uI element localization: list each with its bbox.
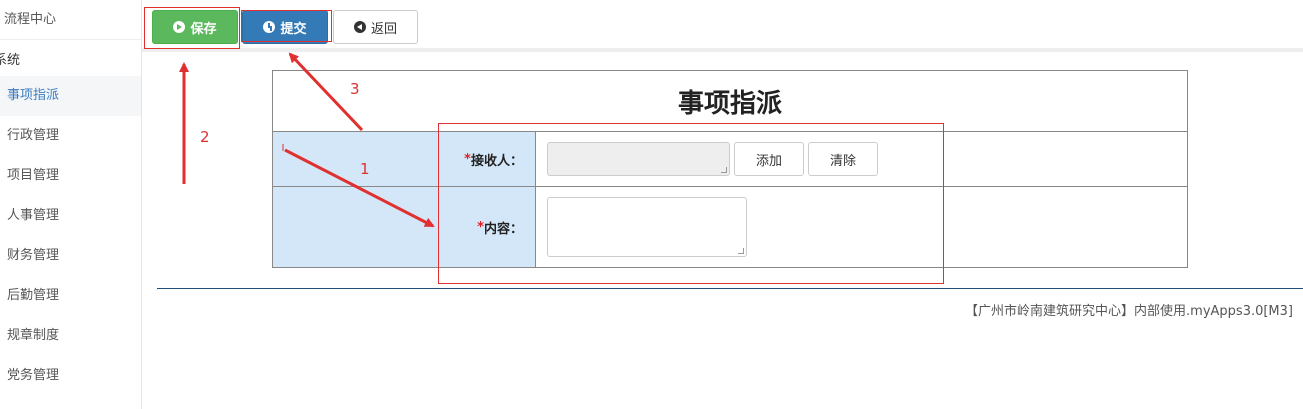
footer-divider [157,288,1303,289]
content-label-cell: * 内容： [273,187,536,267]
sidebar-item-regulations[interactable]: 规章制度 [0,316,141,356]
clear-receiver-button[interactable]: 清除 [808,142,878,176]
clock-icon [263,21,276,33]
toolbar: 保存 提交 返回 [142,0,1303,52]
annotation-number-1: 1 [360,160,370,178]
sidebar-group-title: 系统 [0,53,21,68]
required-mark: * [477,219,484,235]
content-textarea[interactable] [547,197,747,257]
sidebar-item-projects[interactable]: 项目管理 [0,156,141,196]
sidebar-item-finance[interactable]: 财务管理 [0,236,141,276]
sidebar-item-hr[interactable]: 人事管理 [0,196,141,236]
sidebar-header[interactable]: 流程中心 [0,0,141,40]
play-circle-icon [173,21,186,33]
add-receiver-button[interactable]: 添加 [734,142,804,176]
required-mark: * [464,151,471,167]
back-button-label: 返回 [370,21,397,37]
submit-button-label: 提交 [280,21,307,37]
receiver-input[interactable] [547,142,730,176]
receiver-row: * 接收人： 添加 清除 [273,132,1187,187]
resize-handle-icon[interactable] [738,248,744,254]
sidebar-item-party-affairs[interactable]: 党务管理 [0,356,141,396]
back-circle-icon [353,21,366,33]
assignment-form: 事项指派 * 接收人： 添加 清除 * 内容： [272,70,1188,268]
sidebar-item-assignment[interactable]: 事项指派 [0,76,141,116]
annotation-number-2: 2 [200,128,210,146]
form-title: 事项指派 [273,71,1187,132]
footer-text: 【广州市岭南建筑研究中心】内部使用.myApps3.0[M3] [965,304,1293,319]
annotation-number-3: 3 [350,80,360,98]
content-label: 内容： [483,221,523,237]
content-row: * 内容： [273,187,1187,267]
save-button[interactable]: 保存 [152,10,238,44]
sidebar: 流程中心 系统 事项指派 行政管理 项目管理 人事管理 财务管理 后勤管理 规章… [0,0,142,409]
sidebar-item-logistics[interactable]: 后勤管理 [0,276,141,316]
receiver-label-cell: * 接收人： [273,132,536,186]
save-button-label: 保存 [190,21,217,37]
submit-button[interactable]: 提交 [242,10,328,44]
back-button[interactable]: 返回 [333,10,418,44]
receiver-label: 接收人： [470,153,523,169]
resize-handle-icon[interactable] [721,167,727,173]
sidebar-item-administration[interactable]: 行政管理 [0,116,141,156]
